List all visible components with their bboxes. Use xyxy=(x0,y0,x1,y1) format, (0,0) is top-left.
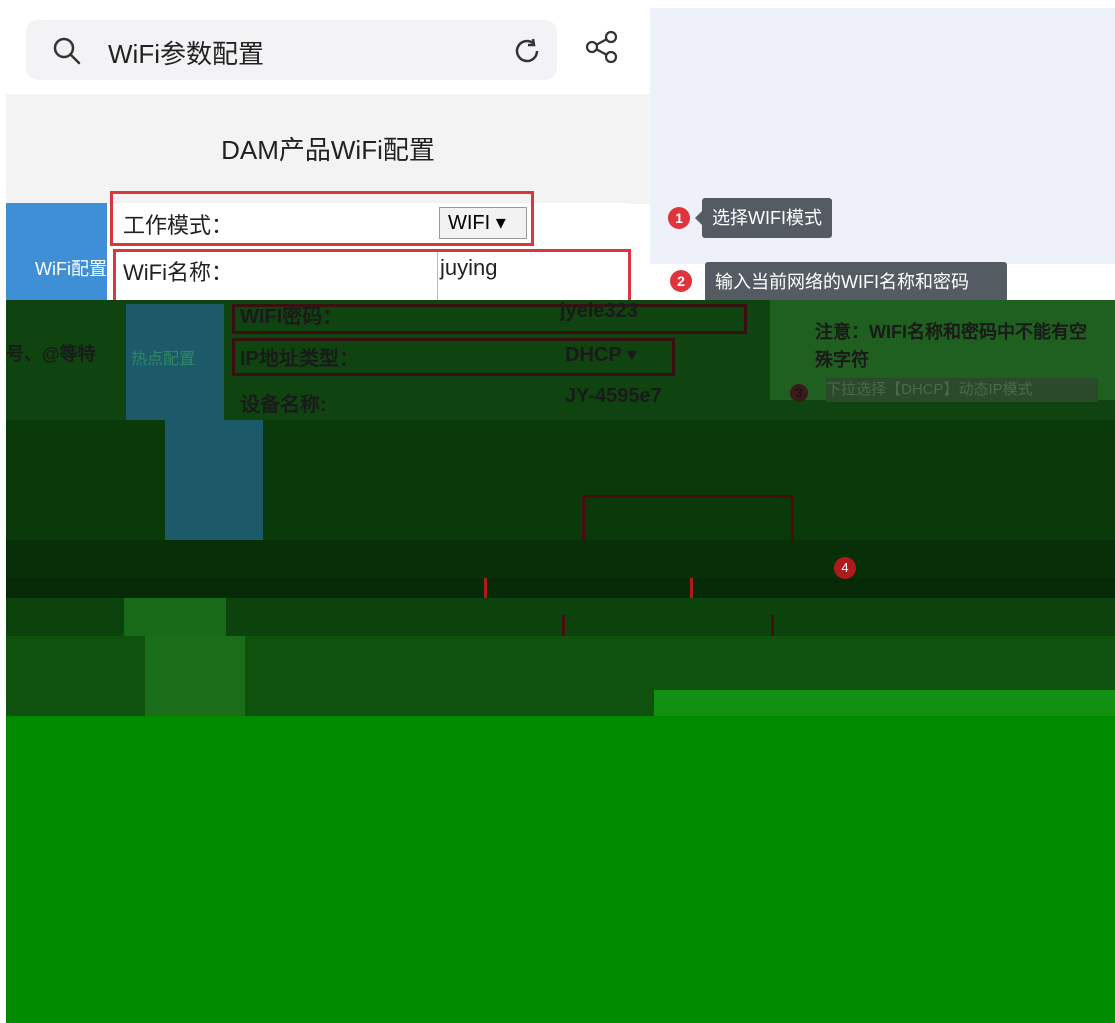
wifi-name-input[interactable]: juying xyxy=(440,255,497,281)
ip-type-label: IP地址类型： xyxy=(240,348,359,370)
search-input[interactable]: WiFi参数配置 xyxy=(108,34,264,71)
glitch-red-mark xyxy=(484,578,487,598)
device-name-input[interactable]: JY-4595e7 xyxy=(565,385,662,408)
warning-line-2: 殊字符 xyxy=(815,350,869,370)
glitch-band-4 xyxy=(6,578,1115,598)
wifi-name-label: WiFi名称： xyxy=(123,260,233,285)
step-3-tooltip: 下拉选择【DHCP】动态IP模式 xyxy=(826,378,1098,402)
glitch-blue-column xyxy=(165,420,263,540)
search-bar[interactable]: WiFi参数配置 xyxy=(26,20,557,80)
tab-hotspot-config-label: 热点配置 xyxy=(131,351,196,368)
search-icon xyxy=(53,37,81,65)
step-1-tooltip: 选择WIFI模式 xyxy=(702,198,832,238)
step-2-tooltip: 输入当前网络的WIFI名称和密码 xyxy=(705,262,1007,302)
step-1-badge: 1 xyxy=(668,207,690,229)
page-title: DAM产品WiFi配置 xyxy=(221,135,435,165)
tooltip-arrow xyxy=(695,211,702,225)
divider xyxy=(437,252,438,302)
work-mode-select[interactable]: WIFI ▾ xyxy=(439,207,527,239)
glitch-block xyxy=(145,636,245,716)
glitch-green-fill xyxy=(6,716,1115,1023)
glitch-red-mark xyxy=(690,578,693,598)
glitch-band-3 xyxy=(6,540,1115,578)
step-3-badge: 3 xyxy=(790,384,808,402)
tab-wifi-config[interactable] xyxy=(6,203,107,303)
share-icon[interactable] xyxy=(585,30,619,64)
glitch-block xyxy=(654,690,1115,716)
step-2-badge: 2 xyxy=(670,270,692,292)
wifi-pwd-label: WIFI密码： xyxy=(240,306,343,328)
glitch-block xyxy=(124,598,226,636)
refresh-icon[interactable] xyxy=(512,36,542,66)
step-4-badge: 4 xyxy=(834,557,856,579)
device-name-label: 设备名称: xyxy=(240,394,327,416)
warning-line-1: 注意：WIFI名称和密码中不能有空 xyxy=(815,322,1087,342)
ip-type-select[interactable]: DHCP ▾ xyxy=(565,342,637,367)
tab-wifi-config-label: WiFi配置 xyxy=(35,259,107,279)
note-fragment: 号、@等特 xyxy=(6,344,96,364)
wifi-pwd-input[interactable]: jyele323 xyxy=(560,300,638,323)
work-mode-label: 工作模式： xyxy=(123,213,234,238)
